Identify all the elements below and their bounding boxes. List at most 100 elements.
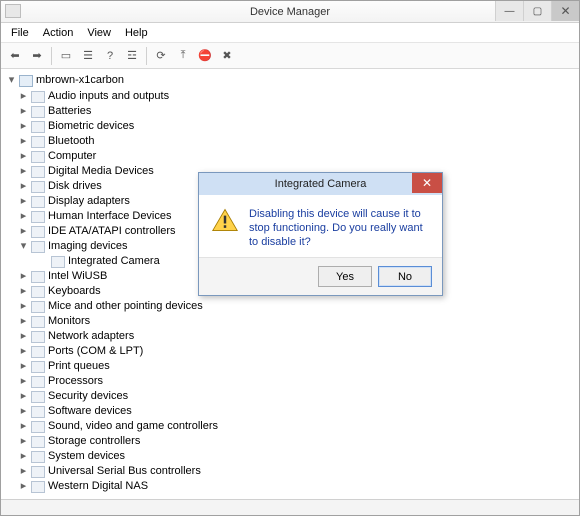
expand-icon[interactable]: ▸	[19, 392, 28, 401]
tree-category[interactable]: ▸ Universal Serial Bus controllers	[5, 464, 577, 479]
expand-icon[interactable]: ▸	[19, 362, 28, 371]
dialog-titlebar[interactable]: Integrated Camera ✕	[199, 173, 442, 195]
tree-item-label: Sound, video and game controllers	[48, 419, 218, 434]
toolbar-separator	[51, 47, 52, 65]
tree-item-label: IDE ATA/ATAPI controllers	[48, 224, 176, 239]
maximize-button[interactable]: ▢	[523, 1, 551, 21]
scan-icon[interactable]: ⟳	[151, 46, 171, 66]
tree-category[interactable]: ▸Print queues	[5, 359, 577, 374]
tree-category[interactable]: ▸ Monitors	[5, 314, 577, 329]
tree-category[interactable]: ▸Batteries	[5, 104, 577, 119]
expand-icon[interactable]: ▸	[19, 467, 28, 476]
tree-category[interactable]: ▸ Ports (COM & LPT)	[5, 344, 577, 359]
menu-view[interactable]: View	[81, 25, 117, 41]
expand-icon[interactable]: ▸	[19, 212, 28, 221]
tree-item-label: Ports (COM & LPT)	[48, 344, 143, 359]
device-category-icon	[31, 346, 45, 358]
tree-category[interactable]: ▸Mice and other pointing devices	[5, 299, 577, 314]
tree-item-label: Digital Media Devices	[48, 164, 154, 179]
tree-category[interactable]: ▸Network adapters	[5, 329, 577, 344]
expand-icon[interactable]: ▸	[19, 377, 28, 386]
tree-item-label: Western Digital NAS	[48, 479, 148, 494]
device-category-icon	[31, 376, 45, 388]
minimize-button[interactable]: —	[495, 1, 523, 21]
tree-item-label: Universal Serial Bus controllers	[48, 464, 201, 479]
tree-item-label: Storage controllers	[48, 434, 140, 449]
expand-icon[interactable]: ▸	[19, 92, 28, 101]
expand-icon[interactable]: ▸	[19, 437, 28, 446]
device-category-icon	[31, 286, 45, 298]
tree-item-label: Software devices	[48, 404, 132, 419]
expand-icon[interactable]: ▸	[19, 122, 28, 131]
forward-icon[interactable]: ➡	[27, 46, 47, 66]
tree-category[interactable]: ▸ Storage controllers	[5, 434, 577, 449]
disable-device-dialog: Integrated Camera ✕ Disabling this devic…	[198, 172, 443, 296]
expand-icon[interactable]: ▸	[19, 347, 28, 356]
back-icon[interactable]: ⬅	[5, 46, 25, 66]
yes-button[interactable]: Yes	[318, 266, 372, 287]
list-icon[interactable]: ☲	[122, 46, 142, 66]
help-icon[interactable]: ?	[100, 46, 120, 66]
device-category-icon	[31, 391, 45, 403]
expand-icon[interactable]: ▸	[19, 452, 28, 461]
tree-category[interactable]: ▸ Sound, video and game controllers	[5, 419, 577, 434]
expand-icon[interactable]: ▸	[19, 152, 28, 161]
titlebar[interactable]: Device Manager — ▢ ✕	[1, 1, 579, 23]
tree-category[interactable]: ▸ Computer	[5, 149, 577, 164]
expand-icon[interactable]: ▸	[19, 272, 28, 281]
update-icon[interactable]: ⤒	[173, 46, 193, 66]
expand-icon[interactable]: ▸	[19, 407, 28, 416]
tree-item-label: Monitors	[48, 314, 90, 329]
dialog-close-button[interactable]: ✕	[412, 173, 442, 193]
close-button[interactable]: ✕	[551, 1, 579, 21]
expand-icon[interactable]	[39, 257, 48, 266]
tree-category[interactable]: ▸ Software devices	[5, 404, 577, 419]
uninstall-icon[interactable]: ✖	[217, 46, 237, 66]
device-category-icon	[31, 481, 45, 493]
expand-icon[interactable]: ▸	[19, 317, 28, 326]
menu-help[interactable]: Help	[119, 25, 154, 41]
device-category-icon	[31, 301, 45, 313]
device-category-icon	[31, 226, 45, 238]
device-category-icon	[31, 166, 45, 178]
show-hidden-icon[interactable]: ▭	[56, 46, 76, 66]
expand-icon[interactable]: ▸	[19, 287, 28, 296]
device-category-icon	[31, 316, 45, 328]
expand-icon[interactable]: ▸	[19, 167, 28, 176]
menu-action[interactable]: Action	[37, 25, 80, 41]
tree-category[interactable]: ▸ Security devices	[5, 389, 577, 404]
tree-item-label: Security devices	[48, 389, 128, 404]
tree-category[interactable]: ▸ System devices	[5, 449, 577, 464]
tree-root[interactable]: ▾mbrown-x1carbon	[5, 73, 577, 88]
tree-category[interactable]: ▸Audio inputs and outputs	[5, 89, 577, 104]
device-category-icon	[31, 271, 45, 283]
tree-item-label: System devices	[48, 449, 125, 464]
tree-category[interactable]: ▸ Processors	[5, 374, 577, 389]
device-category-icon	[19, 75, 33, 87]
tree-item-label: Imaging devices	[48, 239, 128, 254]
expand-icon[interactable]: ▸	[19, 422, 28, 431]
collapse-icon[interactable]: ▾	[19, 242, 28, 251]
collapse-icon[interactable]: ▾	[7, 76, 16, 85]
expand-icon[interactable]: ▸	[19, 182, 28, 191]
expand-icon[interactable]: ▸	[19, 197, 28, 206]
tree-category[interactable]: ▸Biometric devices	[5, 119, 577, 134]
tree-category[interactable]: ▸ Western Digital NAS	[5, 479, 577, 494]
expand-icon[interactable]: ▸	[19, 227, 28, 236]
device-category-icon	[31, 181, 45, 193]
dialog-buttons: Yes No	[199, 258, 442, 295]
tree-category[interactable]: ▸Bluetooth	[5, 134, 577, 149]
expand-icon[interactable]: ▸	[19, 302, 28, 311]
properties-icon[interactable]: ☰	[78, 46, 98, 66]
disable-icon[interactable]: ⛔	[195, 46, 215, 66]
tree-item-label: Processors	[48, 374, 103, 389]
dialog-title: Integrated Camera	[275, 178, 367, 190]
expand-icon[interactable]: ▸	[19, 107, 28, 116]
menu-file[interactable]: File	[5, 25, 35, 41]
tree-item-label: Computer	[48, 149, 96, 164]
device-category-icon	[31, 406, 45, 418]
expand-icon[interactable]: ▸	[19, 482, 28, 491]
expand-icon[interactable]: ▸	[19, 332, 28, 341]
no-button[interactable]: No	[378, 266, 432, 287]
expand-icon[interactable]: ▸	[19, 137, 28, 146]
